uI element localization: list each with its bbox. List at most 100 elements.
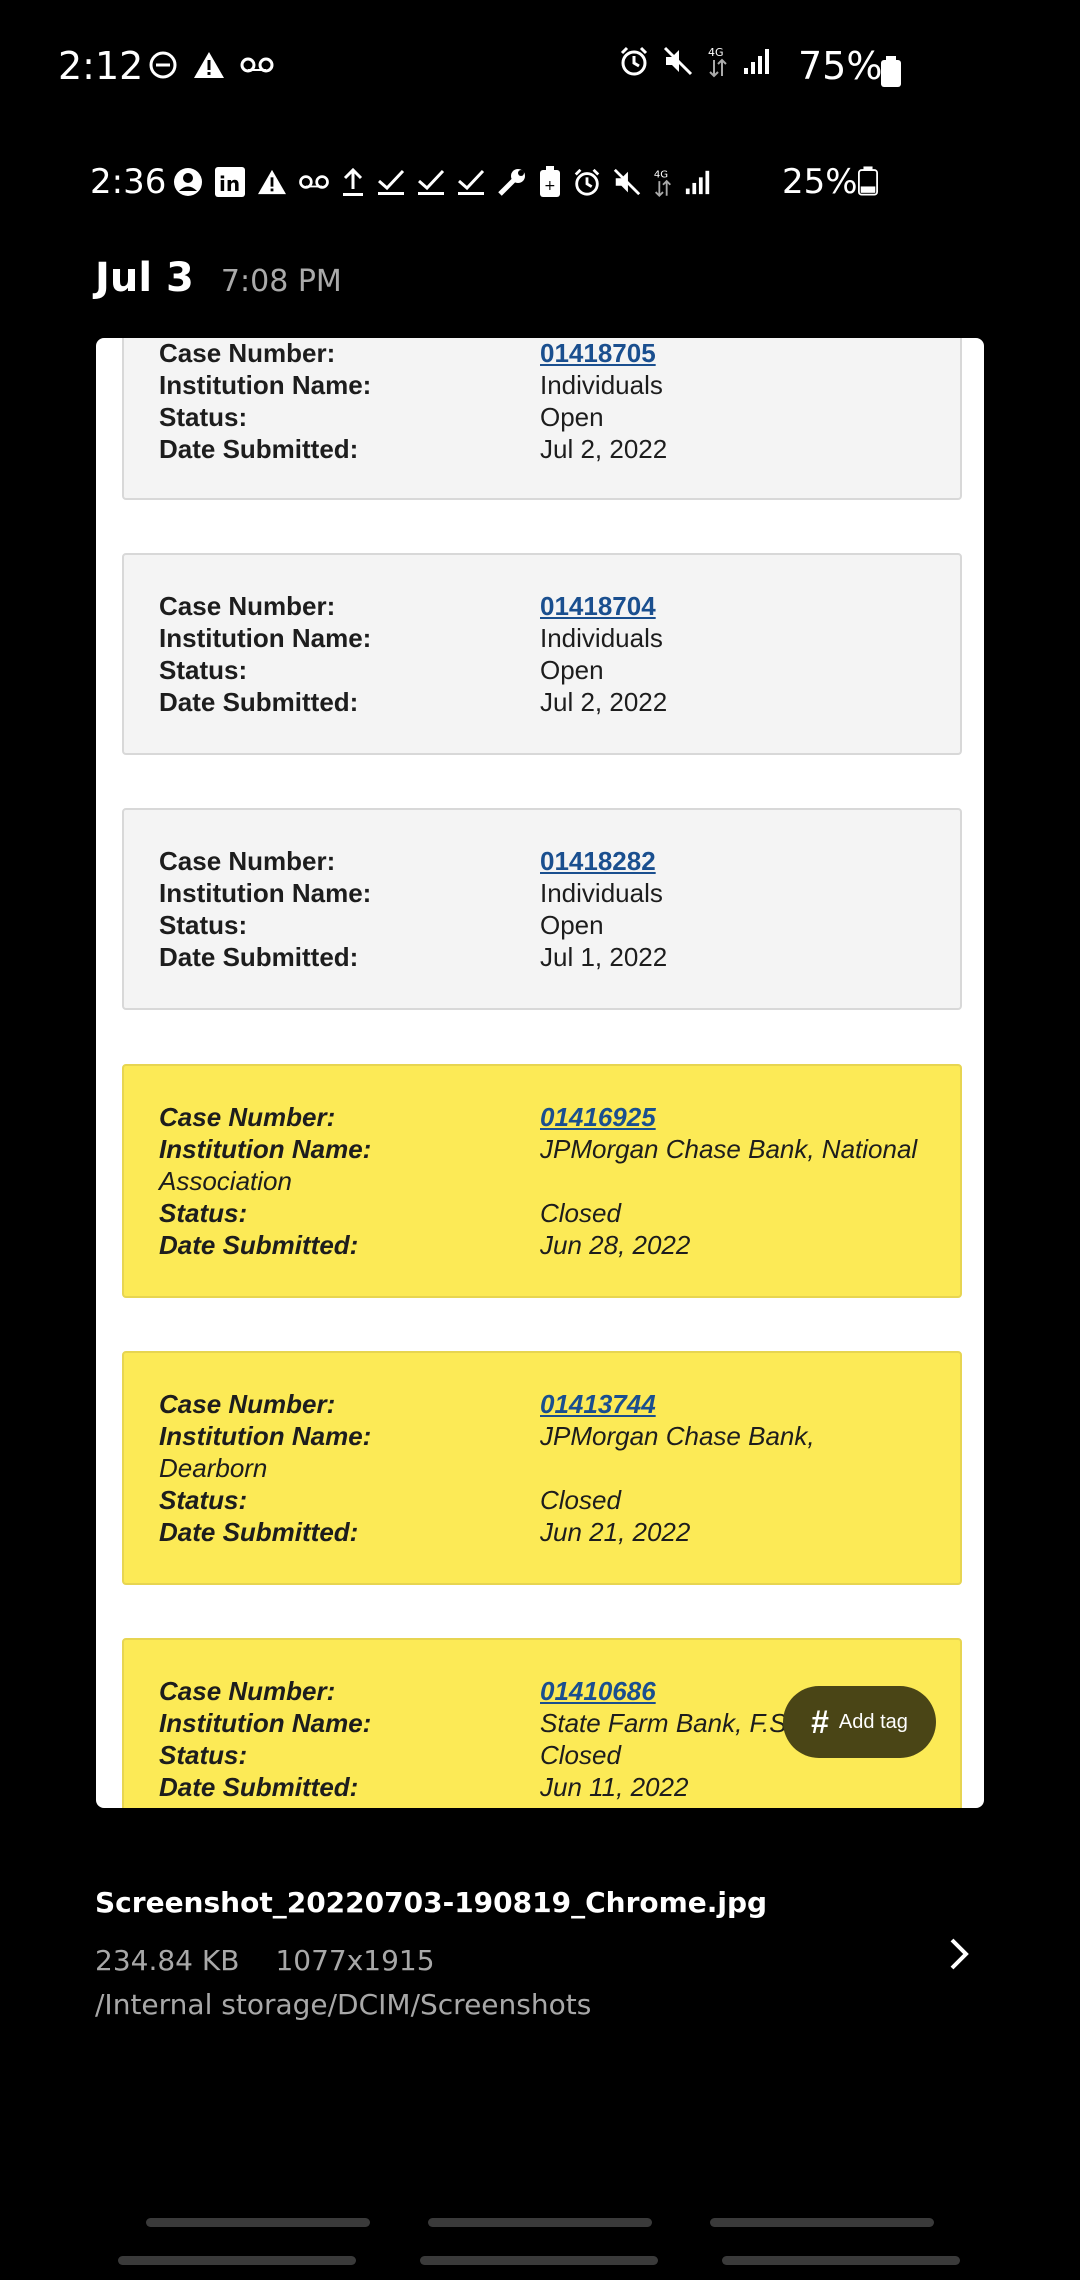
institution-row: Institution Name: Individuals [124, 370, 960, 402]
institution-row: Institution Name: JPMorgan Chase Bank, [124, 1421, 960, 1453]
date-submitted-row: Date Submitted: Jul 1, 2022 [124, 942, 960, 974]
case-number-label: Case Number: [159, 338, 336, 368]
file-name: Screenshot_20220703-190819_Chrome.jpg [95, 1886, 768, 1919]
status-time: 2:12 [58, 44, 144, 88]
date-submitted-value: Jun 21, 2022 [540, 1517, 691, 1547]
status-value: Open [540, 910, 604, 940]
time-label: 7:08 PM [220, 264, 342, 299]
institution-continued-row: Association [124, 1166, 960, 1198]
institution-value-continued: Dearborn [159, 1453, 268, 1483]
case-number-link[interactable]: 01410686 [540, 1676, 656, 1707]
check-icon [416, 167, 446, 201]
inner-status-bar: 2:36 in + 4G 25% [90, 160, 990, 208]
inner-battery-percent: 25% [782, 162, 858, 202]
case-number-link[interactable]: 01418705 [540, 338, 656, 369]
svg-text:4G: 4G [654, 169, 668, 180]
case-number-link[interactable]: 01416925 [540, 1102, 656, 1133]
alarm-icon [618, 45, 650, 81]
mute-icon [612, 167, 642, 201]
institution-continued-row: Dearborn [124, 1453, 960, 1485]
network-4g-icon: 4G [706, 44, 730, 82]
case-number-label: Case Number: [159, 1102, 336, 1132]
case-number-link[interactable]: 01418704 [540, 591, 656, 622]
status-right-icons: 4G [618, 44, 772, 82]
case-number-label: Case Number: [159, 1676, 336, 1706]
svg-text:4G: 4G [708, 46, 724, 59]
nav-bar [710, 2218, 934, 2227]
date-submitted-row: Date Submitted: Jun 28, 2022 [124, 1230, 960, 1262]
case-card: Case Number: 01413744 Institution Name: … [122, 1351, 962, 1585]
institution-value-continued: Association [159, 1166, 292, 1196]
inner-status-time: 2:36 [90, 162, 167, 202]
case-card: Case Number: 01416925 Institution Name: … [122, 1064, 962, 1298]
status-row: Status: Open [124, 655, 960, 687]
date-submitted-value: Jun 28, 2022 [540, 1230, 691, 1260]
date-submitted-value: Jul 1, 2022 [540, 942, 668, 972]
date-label: Jul 3 [95, 255, 194, 301]
signal-icon [742, 46, 772, 80]
date-submitted-label: Date Submitted: [159, 942, 359, 972]
svg-text:+: + [544, 178, 556, 194]
hash-icon: # [811, 1703, 829, 1740]
account-icon [172, 166, 204, 202]
status-left-icons [148, 50, 274, 84]
institution-value: JPMorgan Chase Bank, [540, 1421, 815, 1451]
institution-value: JPMorgan Chase Bank, National [540, 1134, 918, 1164]
signal-icon [684, 168, 712, 200]
case-number-label: Case Number: [159, 846, 336, 876]
institution-label: Institution Name: [159, 370, 372, 400]
battery-saver-icon: + [538, 166, 562, 202]
check-icon [376, 167, 406, 201]
status-bar: 2:12 4G 75% [0, 0, 1080, 140]
file-dimensions: 1077x1915 [275, 1944, 435, 1977]
check-icon [456, 167, 486, 201]
network-4g-icon: 4G [652, 166, 674, 202]
case-number-label: Case Number: [159, 591, 336, 621]
institution-value: Individuals [540, 878, 663, 908]
status-label: Status: [159, 1740, 248, 1770]
case-card: Case Number: 01418704 Institution Name: … [122, 553, 962, 755]
case-card: Case Number: 01418282 Institution Name: … [122, 808, 962, 1010]
date-submitted-value: Jul 2, 2022 [540, 434, 668, 464]
date-header: Jul 3 7:08 PM [95, 255, 342, 301]
status-row: Status: Open [124, 910, 960, 942]
status-value: Closed [540, 1740, 621, 1770]
case-number-link[interactable]: 01413744 [540, 1389, 656, 1420]
inner-battery-icon [858, 166, 878, 200]
warning-icon [192, 50, 226, 84]
voicemail-icon [298, 173, 330, 195]
linkedin-icon: in [214, 166, 246, 202]
do-not-disturb-icon [148, 50, 178, 84]
battery-icon [880, 56, 902, 92]
status-label: Status: [159, 1198, 248, 1228]
mute-icon [662, 45, 694, 81]
nav-bar [428, 2218, 652, 2227]
date-submitted-row: Date Submitted: Jun 21, 2022 [124, 1517, 960, 1549]
date-submitted-row: Date Submitted: Jul 2, 2022 [124, 434, 960, 466]
status-value: Closed [540, 1485, 621, 1515]
status-label: Status: [159, 655, 248, 685]
wrench-icon [496, 166, 528, 202]
institution-value: Individuals [540, 370, 663, 400]
date-submitted-label: Date Submitted: [159, 1230, 359, 1260]
case-number-row: Case Number: 01413744 [124, 1389, 960, 1421]
date-submitted-label: Date Submitted: [159, 687, 359, 717]
date-submitted-value: Jun 11, 2022 [540, 1772, 689, 1802]
status-value: Open [540, 402, 604, 432]
case-number-link[interactable]: 01418282 [540, 846, 656, 877]
institution-label: Institution Name: [159, 1708, 372, 1738]
status-label: Status: [159, 1485, 248, 1515]
status-label: Status: [159, 910, 248, 940]
add-tag-button[interactable]: # Add tag [783, 1686, 936, 1758]
institution-row: Institution Name: Individuals [124, 623, 960, 655]
nav-bar [420, 2256, 658, 2265]
date-submitted-label: Date Submitted: [159, 1517, 359, 1547]
chevron-right-icon[interactable] [944, 1934, 974, 1974]
status-value: Open [540, 655, 604, 685]
case-number-row: Case Number: 01418282 [124, 846, 960, 878]
institution-label: Institution Name: [159, 878, 372, 908]
case-number-row: Case Number: 01418705 [124, 338, 960, 370]
screenshot-preview[interactable]: Case Number: 01418705 Institution Name: … [96, 338, 984, 1808]
case-number-row: Case Number: 01416925 [124, 1102, 960, 1134]
alarm-icon [572, 167, 602, 201]
